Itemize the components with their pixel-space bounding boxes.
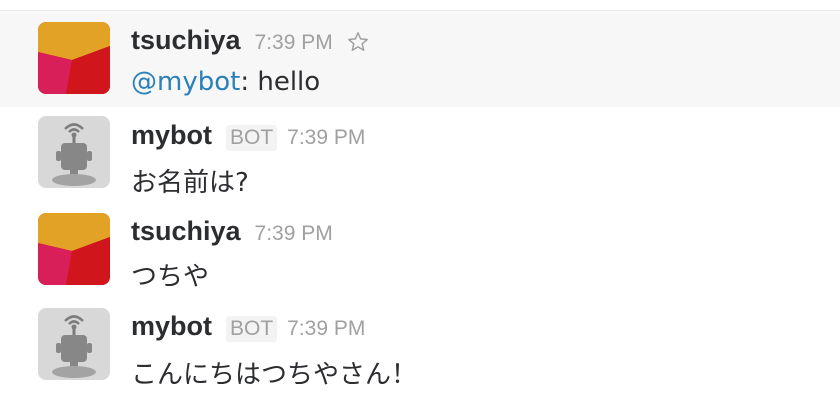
message-text: @mybot: hello — [131, 67, 320, 97]
message-body: : hello — [240, 67, 321, 97]
message-item[interactable]: mybot BOT 7:39 PM お名前は? — [0, 107, 840, 203]
robot-avatar — [38, 116, 110, 188]
bot-avatar[interactable] — [38, 308, 110, 380]
message-list: tsuchiya 7:39 PM @mybot: hello mybot BOT… — [0, 0, 840, 416]
timestamp[interactable]: 7:39 PM — [287, 317, 365, 341]
star-icon[interactable] — [347, 31, 369, 53]
tsuchiya-avatar-image — [38, 22, 110, 94]
message-text: こんにちはつちやさん！ — [131, 360, 418, 390]
previous-message-edge — [0, 0, 840, 11]
message-header: tsuchiya 7:39 PM — [131, 25, 369, 59]
timestamp[interactable]: 7:39 PM — [255, 31, 333, 55]
tsuchiya-avatar-image — [38, 213, 110, 285]
message-item[interactable]: tsuchiya 7:39 PM @mybot: hello — [0, 11, 840, 107]
message-item[interactable]: mybot BOT 7:39 PM こんにちはつちやさん！ — [0, 299, 840, 409]
message-header: mybot BOT 7:39 PM — [131, 120, 365, 154]
username[interactable]: tsuchiya — [131, 216, 241, 247]
username[interactable]: mybot — [131, 120, 212, 151]
timestamp[interactable]: 7:39 PM — [287, 126, 365, 150]
username[interactable]: mybot — [131, 311, 212, 342]
bot-badge: BOT — [226, 125, 278, 151]
message-text: つちや — [131, 262, 210, 292]
message-text: お名前は? — [131, 168, 249, 198]
message-header: mybot BOT 7:39 PM — [131, 311, 365, 345]
bot-badge: BOT — [226, 316, 278, 342]
user-avatar[interactable] — [38, 213, 110, 285]
timestamp[interactable]: 7:39 PM — [255, 222, 333, 246]
user-avatar[interactable] — [38, 22, 110, 94]
message-header: tsuchiya 7:39 PM — [131, 216, 333, 250]
bot-avatar[interactable] — [38, 116, 110, 188]
username[interactable]: tsuchiya — [131, 25, 241, 56]
message-item[interactable]: tsuchiya 7:39 PM つちや — [0, 203, 840, 299]
robot-avatar — [38, 308, 110, 380]
mention-link[interactable]: @mybot — [131, 67, 240, 97]
